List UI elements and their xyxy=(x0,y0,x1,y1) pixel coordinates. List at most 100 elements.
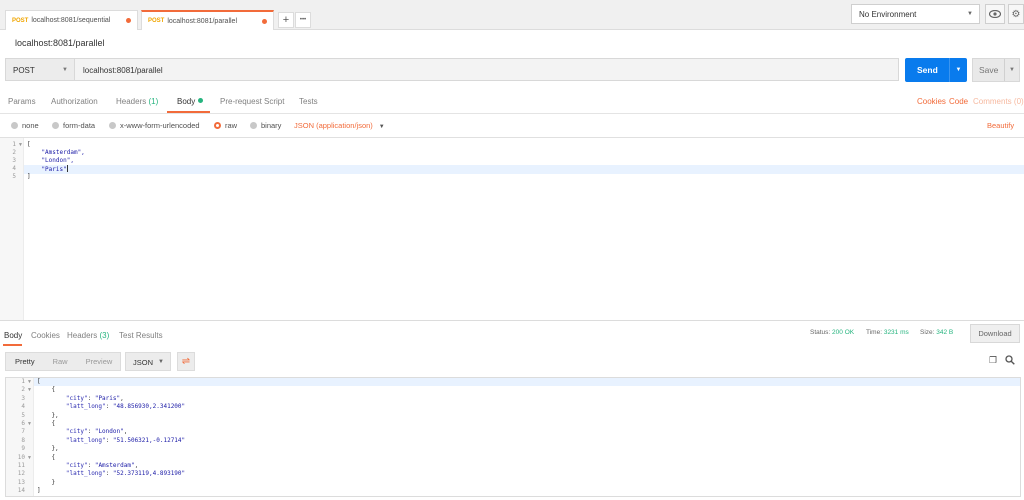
cookies-link[interactable]: Cookies xyxy=(917,97,946,106)
response-body-viewer[interactable]: 1 ▼[2 ▼ {3 "city": "Paris", 4 "latt_long": … xyxy=(5,377,1021,497)
response-tab-headers[interactable]: Headers (3) xyxy=(67,331,109,340)
line-number: 7 xyxy=(21,428,25,436)
active-line-highlight xyxy=(24,165,1024,174)
search-icon[interactable] xyxy=(1005,355,1015,367)
more-tabs-button[interactable]: ••• xyxy=(295,12,311,28)
method-select[interactable]: POST ▼ xyxy=(5,58,75,81)
option-label: none xyxy=(22,121,39,130)
tab-method: POST xyxy=(12,17,29,24)
comments-link[interactable]: Comments (0) xyxy=(973,97,1024,106)
chevron-down-icon: ▼ xyxy=(967,11,973,17)
code-line: "Amsterdam", xyxy=(27,149,85,156)
fold-arrow-icon[interactable]: ▼ xyxy=(27,455,32,461)
tab-body-label: Body xyxy=(177,97,196,106)
code-line: "latt_long": "48.856930,2.341200" xyxy=(65,403,186,411)
line-number: 11 xyxy=(17,462,25,469)
content-type-select[interactable]: JSON (application/json) ▼ xyxy=(294,121,385,130)
manage-environments-button[interactable]: ⚙ xyxy=(1008,4,1024,24)
option-label: form-data xyxy=(63,121,96,130)
line-number: 6 xyxy=(21,420,25,427)
request-tab-parallel[interactable]: POST localhost:8081/parallel xyxy=(141,10,274,30)
code-line: { xyxy=(37,386,56,394)
response-tab-test-results[interactable]: Test Results xyxy=(119,331,163,340)
response-tab-body[interactable]: Body xyxy=(4,331,22,340)
code-line: [ xyxy=(27,141,31,148)
unsaved-dot-icon xyxy=(126,18,131,23)
code-line: [ xyxy=(37,378,41,385)
environment-label: No Environment xyxy=(859,10,917,19)
environment-select[interactable]: No Environment ▼ xyxy=(851,4,980,24)
fold-arrow-icon[interactable]: ▼ xyxy=(18,142,23,148)
format-label: JSON xyxy=(133,358,154,367)
environment-quick-look-button[interactable] xyxy=(985,4,1005,24)
body-type-binary[interactable]: binary xyxy=(250,121,281,130)
response-size: Size: 342 B xyxy=(920,329,953,336)
fold-arrow-icon[interactable]: ▼ xyxy=(27,379,32,385)
save-button[interactable]: Save ▼ xyxy=(972,58,1020,82)
code-line: "latt_long": "51.506321,-0.12714" xyxy=(65,436,186,444)
tab-tests[interactable]: Tests xyxy=(299,97,318,106)
line-number: 1 xyxy=(21,378,25,385)
code-line: "London", xyxy=(27,157,74,164)
tab-body[interactable]: Body xyxy=(177,97,204,106)
response-format-select[interactable]: JSON ▼ xyxy=(125,352,171,371)
save-options-dropdown[interactable]: ▼ xyxy=(1004,59,1019,81)
beautify-button[interactable]: Beautify xyxy=(987,121,1014,130)
line-number: 4 xyxy=(21,403,25,411)
add-tab-button[interactable]: + xyxy=(278,12,294,28)
request-tab-sequential[interactable]: POST localhost:8081/sequential xyxy=(5,10,138,30)
tab-params[interactable]: Params xyxy=(8,97,36,106)
fold-arrow-icon[interactable]: ▼ xyxy=(27,421,32,427)
line-number: 14 xyxy=(17,487,25,495)
view-preview-button[interactable]: Preview xyxy=(77,357,122,366)
send-button[interactable]: Send ▼ xyxy=(905,58,967,82)
status-value: 200 OK xyxy=(832,329,855,336)
wrap-lines-icon: ⇌ xyxy=(181,356,191,367)
line-number: 4 xyxy=(12,165,16,172)
response-status: Status: 200 OK xyxy=(810,329,854,336)
request-body-editor[interactable]: 1 ▼ 2 3 4 5 [ "Amsterdam", "London", "Pa… xyxy=(0,137,1024,321)
code-link[interactable]: Code xyxy=(949,97,968,106)
copy-icon[interactable]: ❐ xyxy=(989,355,997,366)
radio-icon xyxy=(109,122,116,129)
fold-arrow-icon[interactable]: ▼ xyxy=(27,387,32,393)
line-number: 12 xyxy=(17,470,25,478)
view-raw-button[interactable]: Raw xyxy=(44,357,77,366)
response-headers-count-badge: (3) xyxy=(99,331,110,340)
gear-icon: ⚙ xyxy=(1011,8,1021,20)
line-number: 9 xyxy=(21,445,25,453)
url-input[interactable]: localhost:8081/parallel xyxy=(75,58,899,81)
time-value: 3231 ms xyxy=(883,329,909,336)
body-type-none[interactable]: none xyxy=(11,121,39,130)
body-type-form-data[interactable]: form-data xyxy=(52,121,95,130)
tab-method: POST xyxy=(148,18,165,24)
code-line: "latt_long": "52.373119,4.893190" xyxy=(65,470,186,478)
radio-icon xyxy=(250,122,257,129)
code-line: }, xyxy=(37,445,59,453)
send-label: Send xyxy=(917,65,938,75)
body-type-raw[interactable]: raw xyxy=(214,121,237,130)
chevron-down-icon: ▼ xyxy=(158,359,164,365)
view-pretty-button[interactable]: Pretty xyxy=(6,357,44,366)
send-options-dropdown[interactable]: ▼ xyxy=(949,58,967,82)
wrap-lines-button[interactable]: ⇌ xyxy=(177,352,195,371)
radio-icon xyxy=(52,122,59,129)
size-label: Size: xyxy=(920,329,935,336)
active-tab-indicator xyxy=(3,344,22,346)
request-tabs: Params Authorization Headers (1) Body Pr… xyxy=(0,92,1024,114)
code-line: { xyxy=(37,453,56,461)
status-label: Status: xyxy=(810,329,831,336)
code-line: "city": "Paris", xyxy=(65,394,124,402)
response-time: Time: 3231 ms xyxy=(866,329,909,336)
code-line: ] xyxy=(27,173,31,180)
body-type-urlencoded[interactable]: x-www-form-urlencoded xyxy=(109,121,200,130)
code-line: "city": "Amsterdam", xyxy=(65,462,139,469)
tab-url: localhost:8081/sequential xyxy=(31,17,111,24)
line-number: 1 xyxy=(12,141,16,148)
response-view-mode: Pretty Raw Preview xyxy=(5,352,121,371)
tab-authorization[interactable]: Authorization xyxy=(51,97,98,106)
response-tab-cookies[interactable]: Cookies xyxy=(31,331,60,340)
tab-prerequest-script[interactable]: Pre-request Script xyxy=(220,97,284,106)
tab-headers[interactable]: Headers (1) xyxy=(116,97,158,106)
download-button[interactable]: Download xyxy=(970,324,1020,343)
